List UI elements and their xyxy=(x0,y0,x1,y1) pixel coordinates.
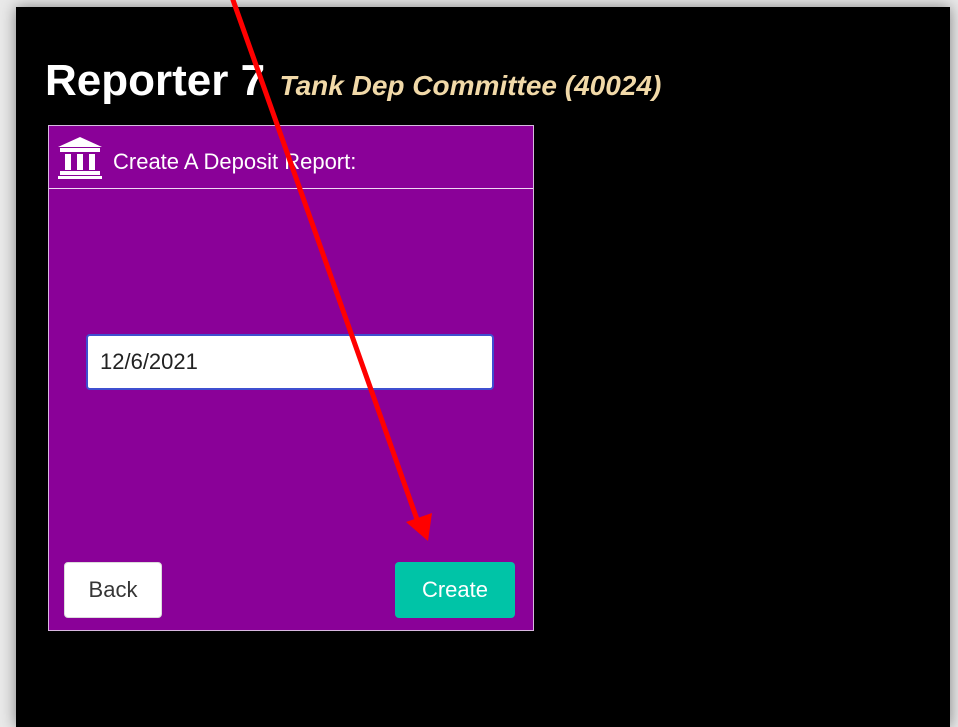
committee-subtitle: Tank Dep Committee (40024) xyxy=(279,70,662,101)
page-header: Reporter 7 Tank Dep Committee (40024) xyxy=(45,56,661,106)
app-window: Reporter 7 Tank Dep Committee (40024) Cr… xyxy=(16,7,950,727)
panel-title: Create A Deposit Report: xyxy=(113,149,357,174)
date-input[interactable] xyxy=(86,334,494,390)
panel-header: Create A Deposit Report: xyxy=(49,126,533,189)
page-title: Reporter 7 xyxy=(45,56,266,105)
create-button[interactable]: Create xyxy=(395,562,515,618)
bank-icon xyxy=(55,135,105,179)
deposit-report-panel: Create A Deposit Report: Back Create xyxy=(48,125,534,631)
back-button[interactable]: Back xyxy=(64,562,162,618)
